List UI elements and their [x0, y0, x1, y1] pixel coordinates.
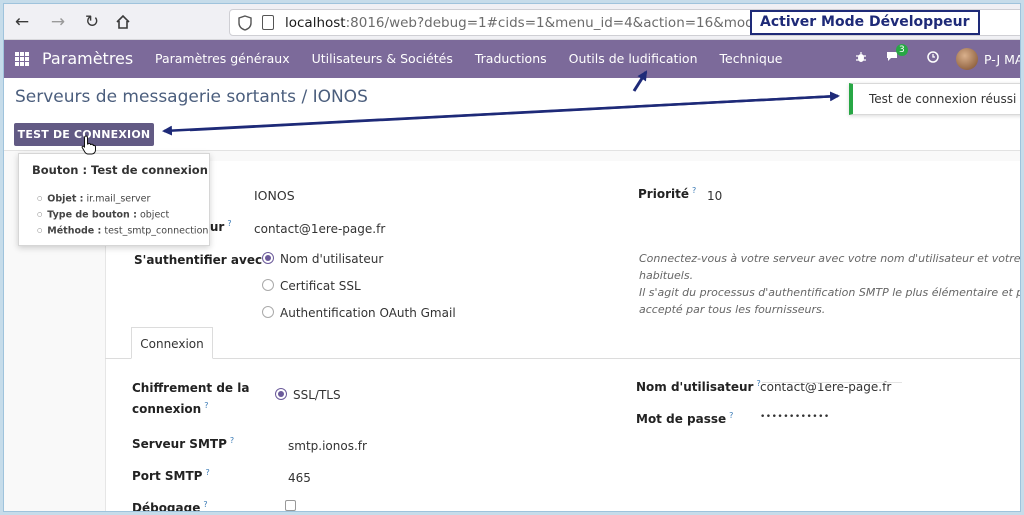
password-value[interactable]: ••••••••••••: [760, 412, 830, 422]
user-name[interactable]: P-J MARC: [984, 52, 1020, 67]
menu-item-translations[interactable]: Traductions: [464, 40, 558, 78]
priority-label: Priorité?: [638, 186, 697, 201]
tooltip-item-object: Objet : ir.mail_server: [37, 191, 208, 207]
auth-help-text: Connectez-vous à votre serveur avec votr…: [639, 252, 1021, 316]
auth-oauth-option[interactable]: Authentification OAuth Gmail: [280, 306, 456, 320]
encryption-value[interactable]: SSL/TLS: [293, 388, 341, 402]
password-label: Mot de passe?: [636, 411, 734, 426]
shield-icon: [238, 15, 252, 31]
top-menu: Paramètres généraux Utilisateurs & Socié…: [144, 40, 793, 78]
navbar-systray: 3 P-J MARC: [842, 40, 1020, 78]
menu-item-gamification[interactable]: Outils de ludification: [558, 40, 709, 78]
encryption-ssl-radio[interactable]: [275, 388, 287, 400]
auth-oauth-radio[interactable]: [262, 306, 274, 318]
debug-bug-icon[interactable]: [848, 51, 874, 67]
browser-toolbar: ← → ↻ localhost:8016/web?debug=1#cids=1&…: [4, 4, 1020, 40]
reload-icon[interactable]: ↻: [80, 10, 104, 34]
username-field-underline: [762, 382, 902, 383]
tooltip-list: Objet : ir.mail_server Type de bouton : …: [37, 191, 208, 238]
screenshot-frame: ← → ↻ localhost:8016/web?debug=1#cids=1&…: [3, 3, 1021, 512]
auth-username-radio[interactable]: [262, 252, 274, 264]
menu-item-general-settings[interactable]: Paramètres généraux: [144, 40, 301, 78]
tabs-divider: [105, 358, 1020, 359]
forward-arrow-icon[interactable]: →: [46, 10, 70, 34]
smtp-port-label: Port SMTP?: [132, 468, 210, 483]
form-sheet: [105, 161, 1020, 511]
debug-label: Débogage?: [132, 500, 208, 512]
back-arrow-icon[interactable]: ←: [10, 10, 34, 34]
messages-count-badge: 3: [896, 44, 908, 56]
activity-clock-icon[interactable]: [920, 51, 946, 67]
server-name-value[interactable]: IONOS: [254, 188, 295, 203]
main-navbar: Paramètres Paramètres généraux Utilisate…: [4, 40, 1020, 78]
auth-label: S'authentifier avec?: [134, 252, 269, 267]
url-text: localhost:8016/web?debug=1#cids=1&menu_i…: [285, 15, 826, 31]
user-avatar[interactable]: [956, 48, 978, 70]
messages-chat-icon[interactable]: 3: [880, 44, 908, 67]
dev-mode-annotation: Activer Mode Développeur: [750, 10, 980, 35]
hand-cursor-icon: [81, 135, 97, 155]
priority-value[interactable]: 10: [707, 189, 722, 203]
smtp-server-value[interactable]: smtp.ionos.fr: [288, 439, 367, 453]
page-icon: [262, 15, 274, 30]
breadcrumb[interactable]: Serveurs de messagerie sortants / IONOS: [15, 87, 368, 107]
success-notification: Test de connexion réussi !: [849, 83, 1020, 115]
from-filter-value[interactable]: contact@1ere-page.fr: [254, 222, 385, 236]
button-debug-tooltip: Bouton : Test de connexion Objet : ir.ma…: [18, 153, 210, 246]
menu-item-users-companies[interactable]: Utilisateurs & Sociétés: [301, 40, 464, 78]
tooltip-item-button-type: Type de bouton : object: [37, 207, 208, 223]
tab-connexion[interactable]: Connexion: [131, 327, 213, 359]
encryption-label: Chiffrement de la connexion?: [132, 381, 250, 416]
username-label: Nom d'utilisateur?: [636, 379, 761, 394]
home-icon[interactable]: [111, 10, 135, 34]
tooltip-item-method: Méthode : test_smtp_connection: [37, 223, 208, 239]
smtp-server-label: Serveur SMTP?: [132, 436, 235, 451]
smtp-port-value[interactable]: 465: [288, 471, 311, 485]
menu-item-technical[interactable]: Technique: [709, 40, 794, 78]
auth-ssl-radio[interactable]: [262, 279, 274, 291]
tooltip-title: Bouton : Test de connexion: [32, 163, 208, 177]
auth-username-option[interactable]: Nom d'utilisateur: [280, 252, 383, 266]
app-title[interactable]: Paramètres: [42, 49, 133, 68]
debug-checkbox[interactable]: [285, 500, 296, 511]
auth-ssl-option[interactable]: Certificat SSL: [280, 279, 361, 293]
apps-grid-icon[interactable]: [15, 52, 29, 66]
